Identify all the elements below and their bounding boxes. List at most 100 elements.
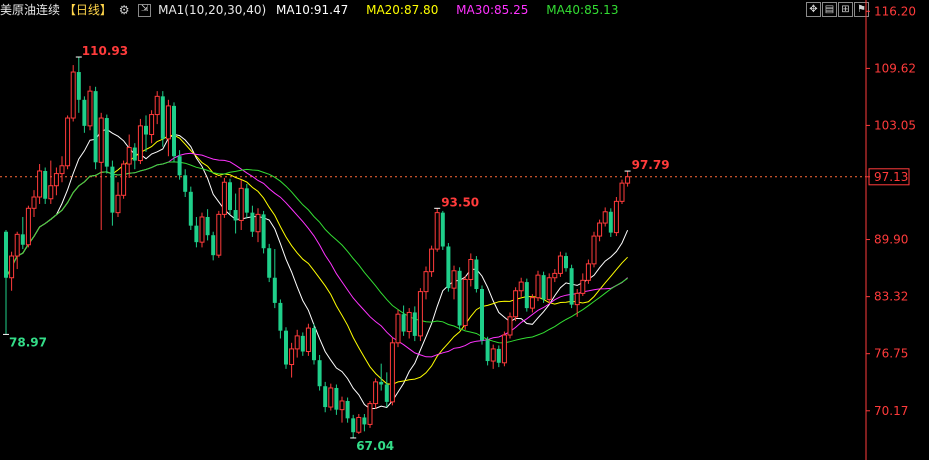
- high-label: 110.93: [82, 44, 128, 58]
- candlestick-chart[interactable]: 110.9378.9767.0493.5097.79 116.20109.621…: [0, 0, 929, 460]
- candle: [564, 252, 568, 272]
- candle-body: [284, 330, 288, 365]
- candle: [188, 186, 193, 230]
- candle: [602, 207, 608, 227]
- candle: [284, 327, 288, 369]
- candle: [211, 231, 216, 261]
- candle: [132, 143, 137, 170]
- candle: [546, 273, 552, 303]
- candle: [267, 243, 272, 283]
- candle-body: [76, 72, 81, 100]
- candle-body: [513, 290, 519, 318]
- price-axis: 116.20 109.62 103.05 97.13 89.90 83.32 76.75 70…: [865, 0, 916, 460]
- y-tick-label: 103.05: [874, 118, 916, 132]
- candle-body: [580, 279, 586, 294]
- candle-body: [535, 274, 541, 299]
- candle-body: [480, 289, 484, 341]
- candle-body: [14, 233, 20, 257]
- candle-body: [233, 210, 238, 221]
- candle: [323, 381, 328, 413]
- y-tick-label: 76.75: [874, 347, 908, 361]
- candle-body: [211, 235, 216, 256]
- candle: [59, 156, 65, 183]
- low-label: 67.04: [356, 439, 394, 453]
- candle: [261, 210, 266, 254]
- candle-body: [367, 403, 373, 425]
- candle: [440, 210, 445, 250]
- candle-body: [25, 207, 31, 246]
- candle-body: [31, 196, 37, 209]
- ma20-line: [5, 134, 628, 385]
- candle: [121, 160, 127, 199]
- y-tick-label: 83.32: [874, 290, 908, 304]
- candle: [289, 342, 295, 378]
- candle-body: [345, 400, 350, 419]
- low-left-label: 78.97: [9, 335, 47, 349]
- candle: [93, 86, 98, 170]
- candle-body: [59, 165, 65, 175]
- candle: [541, 271, 546, 303]
- candle-body: [507, 316, 513, 336]
- candle-body: [183, 175, 188, 192]
- candle: [312, 323, 316, 365]
- candle-body: [278, 302, 283, 331]
- candle: [535, 270, 541, 302]
- candle: [557, 251, 563, 277]
- candle: [87, 85, 93, 131]
- candle-body: [356, 416, 362, 433]
- candle-body: [328, 387, 334, 408]
- candle: [98, 112, 104, 230]
- candle-body: [289, 348, 295, 366]
- candle-body: [423, 271, 429, 293]
- candle-body: [177, 156, 182, 176]
- candles: [4, 57, 631, 438]
- candle-body: [238, 187, 244, 221]
- candle: [31, 190, 37, 217]
- candle-body: [462, 278, 468, 326]
- candle-body: [267, 248, 272, 278]
- candle: [300, 332, 305, 356]
- candle-body: [552, 272, 558, 279]
- candle-body: [529, 297, 535, 309]
- candle: [496, 345, 501, 368]
- y-tick-label: 109.62: [874, 61, 916, 75]
- candle-body: [154, 95, 160, 116]
- candle-body: [585, 263, 591, 281]
- candle: [423, 266, 429, 300]
- candle: [485, 336, 490, 366]
- candle: [272, 249, 277, 309]
- candle-body: [104, 118, 109, 167]
- candle: [194, 216, 199, 248]
- candle-body: [160, 96, 165, 139]
- candle-body: [457, 270, 462, 326]
- candle: [110, 160, 115, 226]
- candle-body: [137, 125, 143, 162]
- candle: [613, 197, 619, 237]
- candle-body: [451, 270, 457, 289]
- candle-body: [597, 222, 603, 237]
- candle-body: [188, 191, 193, 226]
- candle-body: [602, 211, 608, 224]
- candle: [137, 118, 143, 165]
- candle: [608, 208, 613, 237]
- candle-body: [115, 194, 121, 214]
- candle-body: [149, 114, 155, 136]
- last-high-label: 97.79: [632, 158, 670, 172]
- ma40-line: [5, 161, 628, 344]
- candle-body: [362, 417, 367, 425]
- candle: [513, 287, 519, 322]
- candle-body: [384, 384, 389, 402]
- candle: [172, 102, 176, 163]
- candle-body: [250, 212, 255, 232]
- candle-body: [65, 117, 71, 167]
- candle: [468, 253, 474, 287]
- candle-body: [172, 105, 176, 157]
- candle: [154, 91, 160, 125]
- candle: [244, 184, 249, 218]
- candle-body: [48, 185, 54, 200]
- candle: [65, 115, 71, 170]
- candle: [228, 178, 232, 215]
- candle-body: [261, 214, 266, 249]
- candle-body: [194, 225, 199, 243]
- candle-body: [434, 212, 440, 250]
